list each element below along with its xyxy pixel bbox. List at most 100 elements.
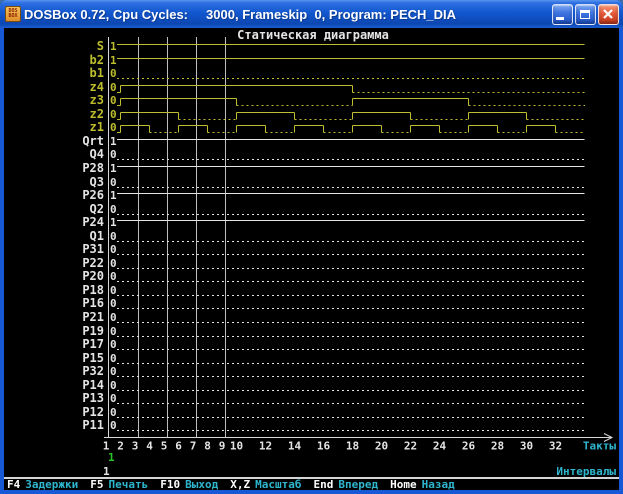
menu-item-label: Задержки xyxy=(25,479,78,490)
maximize-icon xyxy=(580,10,590,19)
x-tick-label: 30 xyxy=(520,440,533,453)
signal-value: 0 xyxy=(110,121,117,134)
signal-value: 0 xyxy=(110,67,117,80)
x-tick-label: 10 xyxy=(230,440,243,453)
close-x-icon xyxy=(599,5,618,24)
interval-marker-green: 1 xyxy=(108,451,115,464)
signal-row-Q2: Q2 0 xyxy=(90,202,585,216)
x-tick-label: 7 xyxy=(190,440,197,453)
close-button[interactable] xyxy=(598,4,619,25)
x-tick-label: 20 xyxy=(375,440,388,453)
x-tick-label: 9 xyxy=(219,440,226,453)
minimize-icon xyxy=(556,17,564,20)
menu-item-F10[interactable]: F10Выход xyxy=(160,479,218,490)
x-tick-label: 6 xyxy=(175,440,182,453)
menu-item-label: Печать xyxy=(108,479,148,490)
signal-label: Q3 xyxy=(90,175,104,189)
timing-diagram: Статическая диаграмма S1b21b10z40z30z20z… xyxy=(4,28,619,490)
signal-row-P26: P261 xyxy=(82,188,584,202)
signal-label: z4 xyxy=(90,80,104,94)
signal-value: 0 xyxy=(110,338,117,351)
signal-value: 0 xyxy=(110,419,117,432)
signal-label: P31 xyxy=(82,242,104,256)
x-tick-labels: 123456789101214161820222426283032 xyxy=(103,440,562,453)
signal-label: P11 xyxy=(82,418,104,432)
signal-row-P11: P11 0 xyxy=(82,418,585,432)
app-icon-text-bottom: BOX xyxy=(8,14,17,19)
signal-label: z3 xyxy=(90,93,104,107)
signal-row-z4: z4 0 xyxy=(90,80,585,94)
window-titlebar[interactable]: DOS BOX DOSBox 0.72, Cpu Cycles: 3000, F… xyxy=(0,0,623,28)
signal-label: P12 xyxy=(82,405,104,419)
signal-value: 0 xyxy=(110,284,117,297)
signal-row-P18: P18 0 xyxy=(82,283,585,297)
x-tick-label: 28 xyxy=(491,440,504,453)
signal-value: 0 xyxy=(110,270,117,283)
menu-item-Home[interactable]: HomeНазад xyxy=(390,479,455,490)
menu-item-End[interactable]: EndВперед xyxy=(313,479,378,490)
signal-value: 0 xyxy=(110,203,117,216)
signal-label: S xyxy=(97,39,104,53)
signal-label: P20 xyxy=(82,269,104,283)
signal-label: P17 xyxy=(82,337,104,351)
signal-label: Qrt xyxy=(82,134,104,148)
menu-item-XZ[interactable]: X,Z Масштаб xyxy=(230,479,301,490)
x-tick-label: 22 xyxy=(404,440,417,453)
signal-row-P16: P160 xyxy=(82,296,585,310)
x-tick-label: 5 xyxy=(161,440,168,453)
menu-item-label: Масштаб xyxy=(255,479,301,490)
signal-label: P13 xyxy=(82,391,104,405)
signal-label: b2 xyxy=(90,53,104,67)
signal-value: 0 xyxy=(110,297,117,310)
signal-value: 0 xyxy=(110,406,117,419)
menu-item-label: Вперед xyxy=(338,479,378,490)
signal-value: 0 xyxy=(110,108,117,121)
menu-item-F5[interactable]: F5Печать xyxy=(90,479,148,490)
menu-item-key: X,Z xyxy=(230,479,250,490)
signal-row-P14: P14 0 xyxy=(82,378,585,392)
signal-value: 0 xyxy=(110,230,117,243)
signal-label: z1 xyxy=(90,120,104,134)
maximize-button[interactable] xyxy=(575,4,596,25)
menu-item-F4[interactable]: F4 Задержки xyxy=(7,479,78,490)
x-tick-label: 24 xyxy=(433,440,447,453)
menu-item-key: F4 xyxy=(7,479,20,490)
signal-row-P24: P241 xyxy=(82,215,584,229)
signal-row-P22: P220 xyxy=(82,256,585,270)
signal-value: 0 xyxy=(110,325,117,338)
signal-value: 0 xyxy=(110,148,117,161)
signal-row-P31: P310 xyxy=(82,242,585,256)
signal-row-Q4: Q4 0 xyxy=(90,147,585,161)
signal-value: 0 xyxy=(110,365,117,378)
signal-row-z3: z3 0 xyxy=(90,93,585,107)
signal-label: Q2 xyxy=(90,202,104,216)
signal-label: P28 xyxy=(82,161,104,175)
signal-label: P18 xyxy=(82,283,104,297)
signal-label: P14 xyxy=(82,378,104,392)
signal-label: P15 xyxy=(82,351,104,365)
diagram-title: Статическая диаграмма xyxy=(237,28,389,42)
signal-value: 0 xyxy=(110,94,117,107)
signal-row-Qrt: Qrt 1 xyxy=(82,134,584,148)
x-tick-label: 2 xyxy=(117,440,124,453)
x-tick-label: 8 xyxy=(204,440,211,453)
signal-value: 0 xyxy=(110,379,117,392)
x-tick-label: 18 xyxy=(346,440,359,453)
signal-label: z2 xyxy=(90,107,104,121)
signal-value: 1 xyxy=(110,189,117,202)
signal-row-b1: b10 xyxy=(90,66,585,80)
signal-value: 1 xyxy=(110,135,117,148)
signal-label: Q4 xyxy=(90,147,104,161)
signal-value: 0 xyxy=(110,81,117,94)
axes xyxy=(104,37,612,442)
dos-screen: Статическая диаграмма S1b21b10z40z30z20z… xyxy=(4,28,619,490)
signal-value: 0 xyxy=(110,257,117,270)
minimize-button[interactable] xyxy=(552,4,573,25)
signal-value: 1 xyxy=(110,216,117,229)
menu-item-key: F10 xyxy=(160,479,180,490)
window-title: DOSBox 0.72, Cpu Cycles: 3000, Frameskip… xyxy=(24,7,552,22)
signal-value: 0 xyxy=(110,311,117,324)
menu-item-key: Home xyxy=(390,479,417,490)
signal-row-P12: P12 0 xyxy=(82,405,585,419)
signal-row-Q1: Q10 xyxy=(90,229,585,243)
